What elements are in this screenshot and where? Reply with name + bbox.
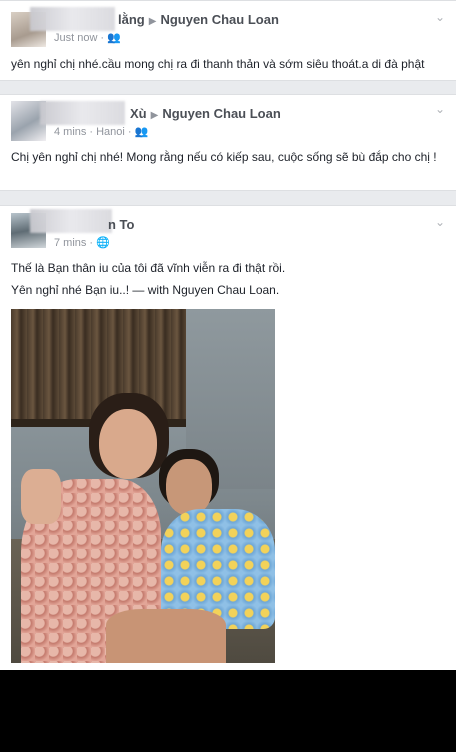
post-header: n To — [108, 217, 134, 232]
friends-icon[interactable]: 👥 — [135, 126, 149, 138]
post-meta: 4 mins · Hanoi · 👥 — [54, 126, 149, 138]
arrow-right-icon: ▶ — [150, 110, 159, 121]
friends-icon[interactable]: 👥 — [107, 32, 121, 44]
author-name[interactable]: lằng — [118, 12, 145, 27]
tagged-name[interactable]: Nguyen Chau Loan — [162, 106, 280, 121]
bottom-dark-bar — [0, 670, 456, 752]
globe-icon[interactable]: 🌐 — [96, 237, 110, 249]
author-name[interactable]: n To — [108, 217, 134, 232]
timestamp[interactable]: 4 mins — [54, 126, 86, 138]
blurred-author-name — [30, 209, 112, 233]
author-name[interactable]: Xù — [130, 106, 147, 121]
tagged-name[interactable]: Nguyen Chau Loan — [160, 12, 278, 27]
post-text: yên nghỉ chị nhé.cầu mong chị ra đi than… — [11, 57, 425, 71]
chevron-down-icon[interactable]: ⌄ — [434, 216, 446, 228]
post-header: Xù ▶ Nguyen Chau Loan — [130, 106, 281, 121]
timestamp[interactable]: Just now — [54, 32, 97, 44]
arrow-right-icon: ▶ — [148, 16, 157, 27]
blurred-author-name — [40, 101, 125, 125]
post-meta: 7 mins · 🌐 — [54, 237, 110, 249]
timestamp[interactable]: 7 mins — [54, 237, 86, 249]
post-photo[interactable] — [11, 309, 275, 663]
feed-post-1: lằng ▶ Nguyen Chau Loan Just now · 👥 ⌄ yên n… — [0, 0, 456, 81]
post-text: Chị yên nghỉ chị nhé! Mong rằng nếu có k… — [11, 150, 437, 164]
post-header: lằng ▶ Nguyen Chau Loan — [118, 12, 279, 27]
chevron-down-icon[interactable]: ⌄ — [434, 103, 446, 115]
location[interactable]: Hanoi — [96, 126, 125, 138]
feed-post-3: n To 7 mins · 🌐 ⌄ Thế là Bạn thân iu của t… — [0, 205, 456, 670]
chevron-down-icon[interactable]: ⌄ — [434, 11, 446, 23]
blurred-author-name — [30, 7, 115, 31]
feed-post-2: Xù ▶ Nguyen Chau Loan 4 mins · Hanoi · 👥 ⌄ Chị… — [0, 94, 456, 191]
post-meta: Just now · 👥 — [54, 32, 121, 44]
post-text-line-1: Thế là Bạn thân iu của tôi đã vĩnh viễn … — [11, 261, 286, 275]
post-text-line-2: Yên nghỉ nhé Bạn iu..! — with Nguyen Cha… — [11, 283, 280, 297]
